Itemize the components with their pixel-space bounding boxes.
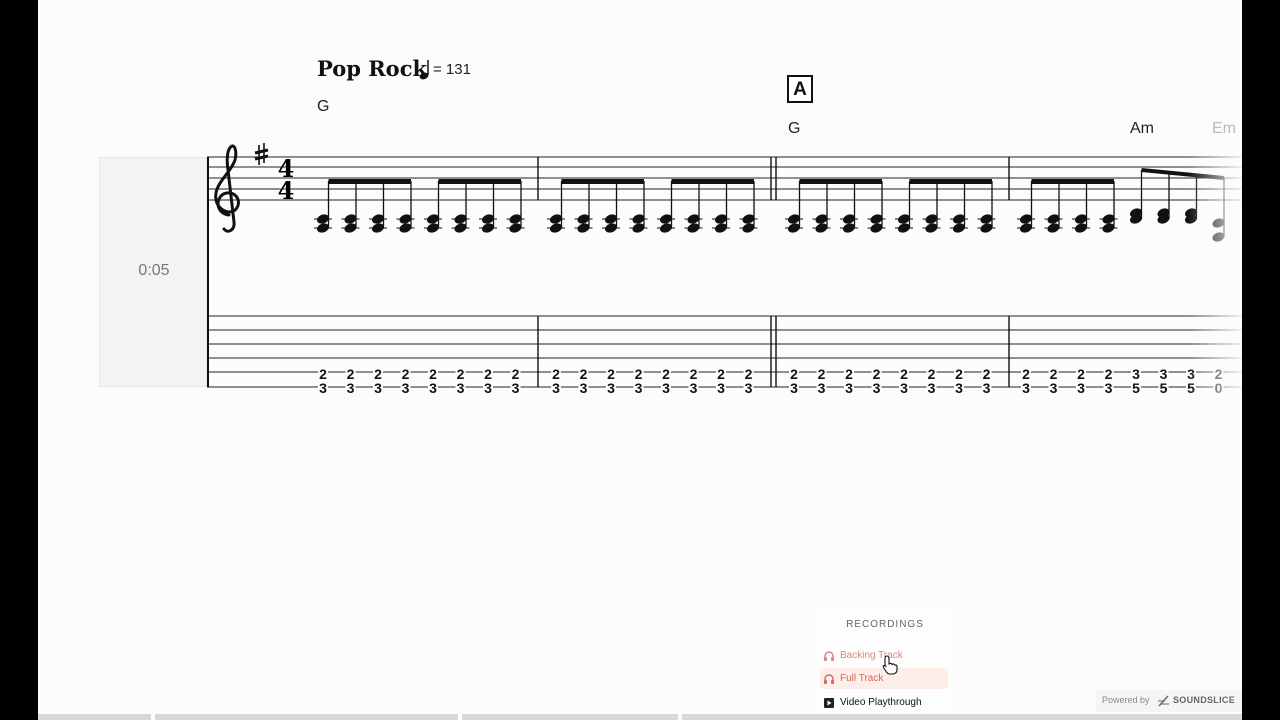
tab-number: 3 xyxy=(928,380,936,396)
soundslice-brand: SOUNDSLICE xyxy=(1173,695,1236,705)
recordings-header: RECORDINGS xyxy=(846,619,924,630)
note-beam xyxy=(561,179,644,184)
progress-track[interactable] xyxy=(38,714,1242,720)
score-notation[interactable]: 4 4 232323232323232323232323232323232323… xyxy=(38,0,1242,430)
segment-divider xyxy=(151,714,155,720)
note-events xyxy=(314,168,1225,242)
tab-number: 3 xyxy=(790,380,798,396)
key-signature-sharp xyxy=(254,143,269,165)
tab-number: 3 xyxy=(845,380,853,396)
video-play-icon xyxy=(824,698,834,708)
chord-g-2: G xyxy=(788,120,801,137)
tab-number: 3 xyxy=(1105,380,1113,396)
segment-divider xyxy=(678,714,682,720)
tab-number: 3 xyxy=(873,380,881,396)
quarter-note-icon xyxy=(419,60,429,80)
tab-number: 3 xyxy=(635,380,643,396)
headphones-icon xyxy=(824,651,834,661)
tab-number: 3 xyxy=(900,380,908,396)
notation-page: 0:05 4 4 2323232323232323232323232323232… xyxy=(38,0,1242,720)
tab-number: 3 xyxy=(347,380,355,396)
hand-pointer-icon xyxy=(882,655,898,675)
video-playthrough-option[interactable]: Video Playthrough xyxy=(820,692,948,713)
tab-number: 3 xyxy=(607,380,615,396)
powered-by-badge[interactable]: Powered by SOUNDSLICE xyxy=(1096,690,1242,712)
tab-number: 3 xyxy=(552,380,560,396)
chord-g-1: G xyxy=(317,98,330,115)
tab-number: 5 xyxy=(1132,380,1140,396)
tab-number: 3 xyxy=(319,380,327,396)
headphones-icon xyxy=(824,674,834,684)
tab-number: 3 xyxy=(662,380,670,396)
tab-number: 3 xyxy=(1077,380,1085,396)
soundslice-logo-icon xyxy=(1158,695,1169,707)
tab-number: 3 xyxy=(512,380,520,396)
segment-divider xyxy=(458,714,462,720)
style-title: Pop Rock xyxy=(317,56,428,81)
tab-number: 5 xyxy=(1160,380,1168,396)
time-sig-bottom: 4 xyxy=(278,176,295,205)
tab-number: 3 xyxy=(484,380,492,396)
powered-by-text: Powered by xyxy=(1102,695,1150,705)
note-beam xyxy=(438,179,521,184)
tab-number: 3 xyxy=(955,380,963,396)
tempo-value: = 131 xyxy=(433,61,471,78)
note-beam xyxy=(799,179,882,184)
note-beam xyxy=(328,179,411,184)
full-track-label: Full Track xyxy=(840,673,884,684)
tab-number: 3 xyxy=(374,380,382,396)
section-marker: A xyxy=(787,75,813,103)
note-beam xyxy=(909,179,992,184)
note-beam xyxy=(1031,179,1114,184)
chord-em: Em xyxy=(1212,120,1236,137)
right-fade xyxy=(1188,140,1242,400)
note-beam xyxy=(671,179,754,184)
tab-number: 3 xyxy=(402,380,410,396)
tab-number: 3 xyxy=(457,380,465,396)
tab-number: 3 xyxy=(717,380,725,396)
tab-number: 3 xyxy=(690,380,698,396)
chord-am: Am xyxy=(1130,120,1154,137)
tab-number: 3 xyxy=(745,380,753,396)
video-playthrough-label: Video Playthrough xyxy=(840,697,922,708)
tab-number: 3 xyxy=(580,380,588,396)
tab-number: 3 xyxy=(1022,380,1030,396)
tab-number: 3 xyxy=(429,380,437,396)
tab-number: 3 xyxy=(983,380,991,396)
tab-number: 3 xyxy=(818,380,826,396)
tab-number: 3 xyxy=(1050,380,1058,396)
